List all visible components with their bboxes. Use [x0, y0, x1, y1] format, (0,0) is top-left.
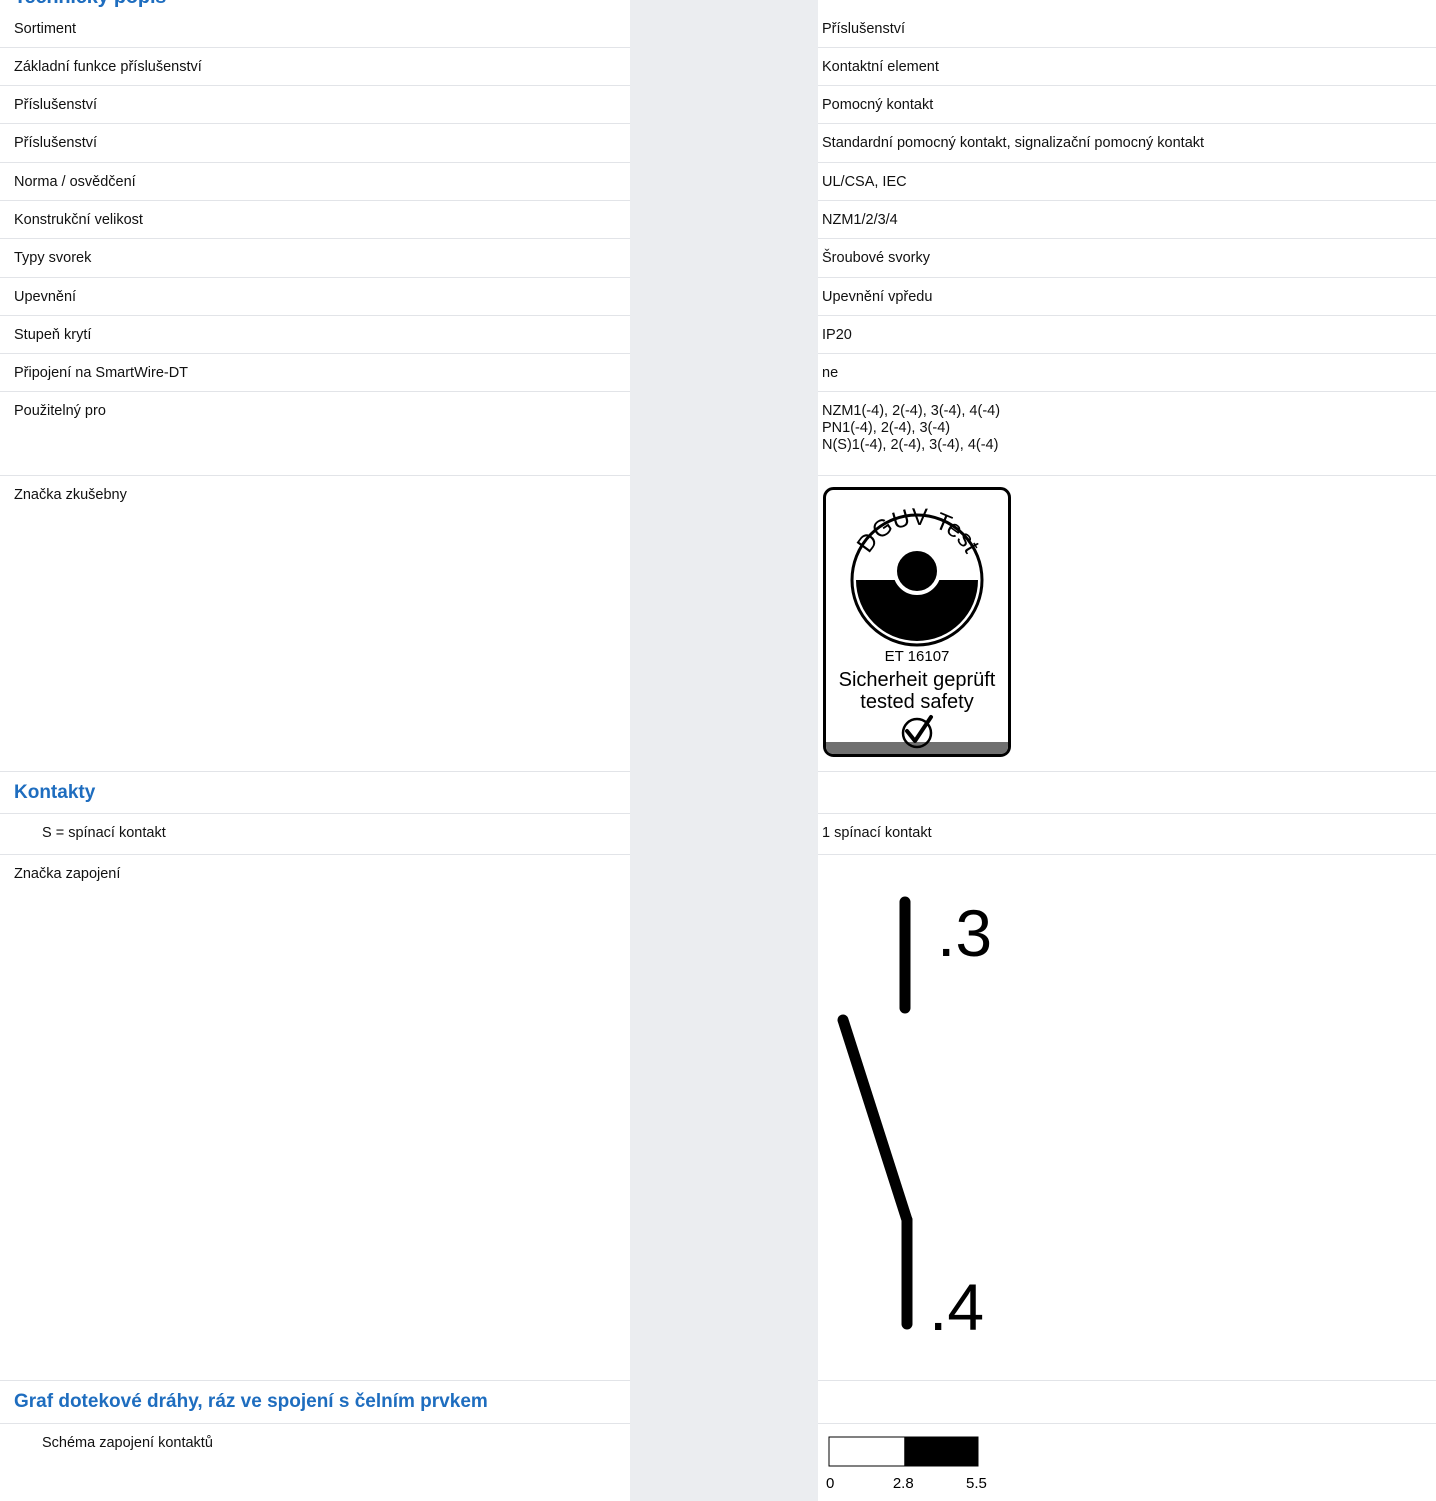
property-label: Příslušenství: [14, 135, 97, 151]
property-row-wiring: Značka zapojení: [0, 855, 1436, 1381]
property-row: Typy svorek Šroubové svorky: [0, 239, 1436, 278]
property-label: Stupeň krytí: [14, 327, 92, 343]
property-value: 1 spínací kontakt: [822, 825, 932, 841]
terminal-top-label: .3: [937, 896, 992, 970]
property-label: Norma / osvědčení: [14, 174, 136, 190]
property-value-list: NZM1(-4), 2(-4), 3(-4), 4(-4) PN1(-4), 2…: [822, 403, 1000, 454]
property-row: Norma / osvědčení UL/CSA, IEC: [0, 163, 1436, 201]
property-row-travel: Schéma zapojení kontaktů: [0, 1424, 1436, 1501]
property-label: Sortiment: [14, 21, 77, 37]
badge-center-dot: [893, 547, 941, 595]
section-title: Kontakty: [14, 782, 96, 803]
property-value: Příslušenství: [822, 21, 905, 37]
section-title: Graf dotekové dráhy, ráz ve spojení s če…: [14, 1391, 488, 1412]
property-label: Příslušenství: [14, 97, 97, 113]
section-heading-top: Technický popis: [14, 0, 166, 9]
travel-tick-label: 5.5: [966, 1475, 987, 1492]
property-row-test-mark: Značka zkušebny: [0, 476, 1436, 772]
usable-for-line: PN1(-4), 2(-4), 3(-4): [822, 420, 951, 436]
property-row: Upevnění Upevnění vpředu: [0, 278, 1436, 316]
property-row: Stupeň krytí IP20: [0, 316, 1436, 354]
travel-tick-label: 2.8: [893, 1475, 914, 1492]
travel-chart: 0 2.8 5.5: [826, 1436, 987, 1492]
property-label: Značka zapojení: [14, 866, 121, 882]
property-value: UL/CSA, IEC: [822, 174, 907, 190]
property-row: S = spínací kontakt 1 spínací kontakt: [0, 814, 1436, 855]
property-value: Upevnění vpředu: [822, 289, 933, 305]
property-value: Kontaktní element: [822, 59, 939, 75]
section-contacts: Kontakty: [0, 772, 1436, 814]
property-value: IP20: [822, 327, 852, 343]
property-row: Příslušenství Pomocný kontakt: [0, 86, 1436, 124]
property-label: Značka zkušebny: [14, 487, 127, 503]
property-label: Použitelný pro: [14, 403, 106, 419]
property-row: Příslušenství Standardní pomocný kontakt…: [0, 124, 1436, 163]
property-value: NZM1/2/3/4: [822, 212, 898, 228]
terminal-bottom-label: .4: [929, 1270, 984, 1340]
property-label: Schéma zapojení kontaktů: [42, 1435, 213, 1451]
contact-switch-line: [837, 1014, 913, 1226]
property-label: S = spínací kontakt: [42, 825, 166, 841]
property-row: Konstrukční velikost NZM1/2/3/4: [0, 201, 1436, 239]
usable-for-line: NZM1(-4), 2(-4), 3(-4), 4(-4): [822, 403, 1001, 419]
property-row: Základní funkce příslušenství Kontaktní …: [0, 48, 1436, 86]
property-row: Připojení na SmartWire-DT ne: [0, 354, 1436, 392]
badge-line2: tested safety: [860, 691, 973, 713]
travel-segment-open: [828, 1436, 906, 1467]
property-value: Pomocný kontakt: [822, 97, 934, 113]
dguv-test-badge: DGUV Test ET 16107 Sicherheit geprüft te…: [823, 487, 1011, 757]
badge-line1: Sicherheit geprüft: [839, 669, 996, 691]
property-label: Typy svorek: [14, 250, 92, 266]
property-label: Základní funkce příslušenství: [14, 59, 202, 75]
property-value: ne: [822, 365, 839, 381]
property-row-usable-for: Použitelný pro NZM1(-4), 2(-4), 3(-4), 4…: [0, 392, 1436, 476]
usable-for-line: N(S)1(-4), 2(-4), 3(-4), 4(-4): [822, 437, 999, 453]
property-value: Šroubové svorky: [822, 250, 930, 266]
travel-tick-label: 0: [826, 1475, 834, 1492]
property-label: Konstrukční velikost: [14, 212, 143, 228]
property-label: Upevnění: [14, 289, 77, 305]
section-travel: Graf dotekové dráhy, ráz ve spojení s če…: [0, 1381, 1436, 1424]
wiring-symbol: .3 .4: [837, 896, 992, 1340]
property-row: Sortiment Příslušenství: [0, 10, 1436, 48]
property-label: Připojení na SmartWire-DT: [14, 365, 189, 381]
badge-id: ET 16107: [885, 648, 950, 665]
property-value: Standardní pomocný kontakt, signalizační…: [822, 135, 1205, 151]
travel-segment-closed: [904, 1436, 979, 1467]
